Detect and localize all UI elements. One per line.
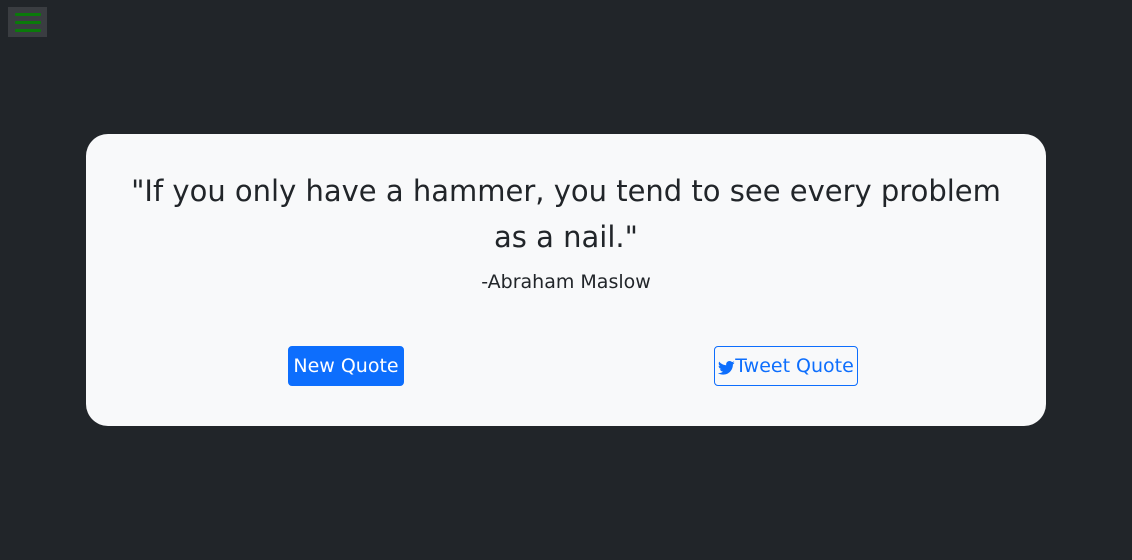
hamburger-menu-icon-bar: [14, 12, 41, 16]
quote-author: -Abraham Maslow: [481, 271, 651, 293]
quote-card: "If you only have a hammer, you tend to …: [86, 134, 1046, 426]
quote-text: "If you only have a hammer, you tend to …: [131, 174, 1001, 254]
hamburger-menu-icon-bar: [14, 28, 41, 32]
hamburger-menu-icon-bar: [14, 20, 41, 24]
new-quote-button-label: New Quote: [293, 355, 399, 377]
tweet-quote-button-label: Tweet Quote: [735, 355, 854, 377]
tweet-quote-button[interactable]: Tweet Quote: [714, 346, 858, 386]
hamburger-menu-button[interactable]: [8, 7, 47, 37]
twitter-icon: [718, 359, 735, 376]
new-quote-button[interactable]: New Quote: [288, 346, 404, 386]
